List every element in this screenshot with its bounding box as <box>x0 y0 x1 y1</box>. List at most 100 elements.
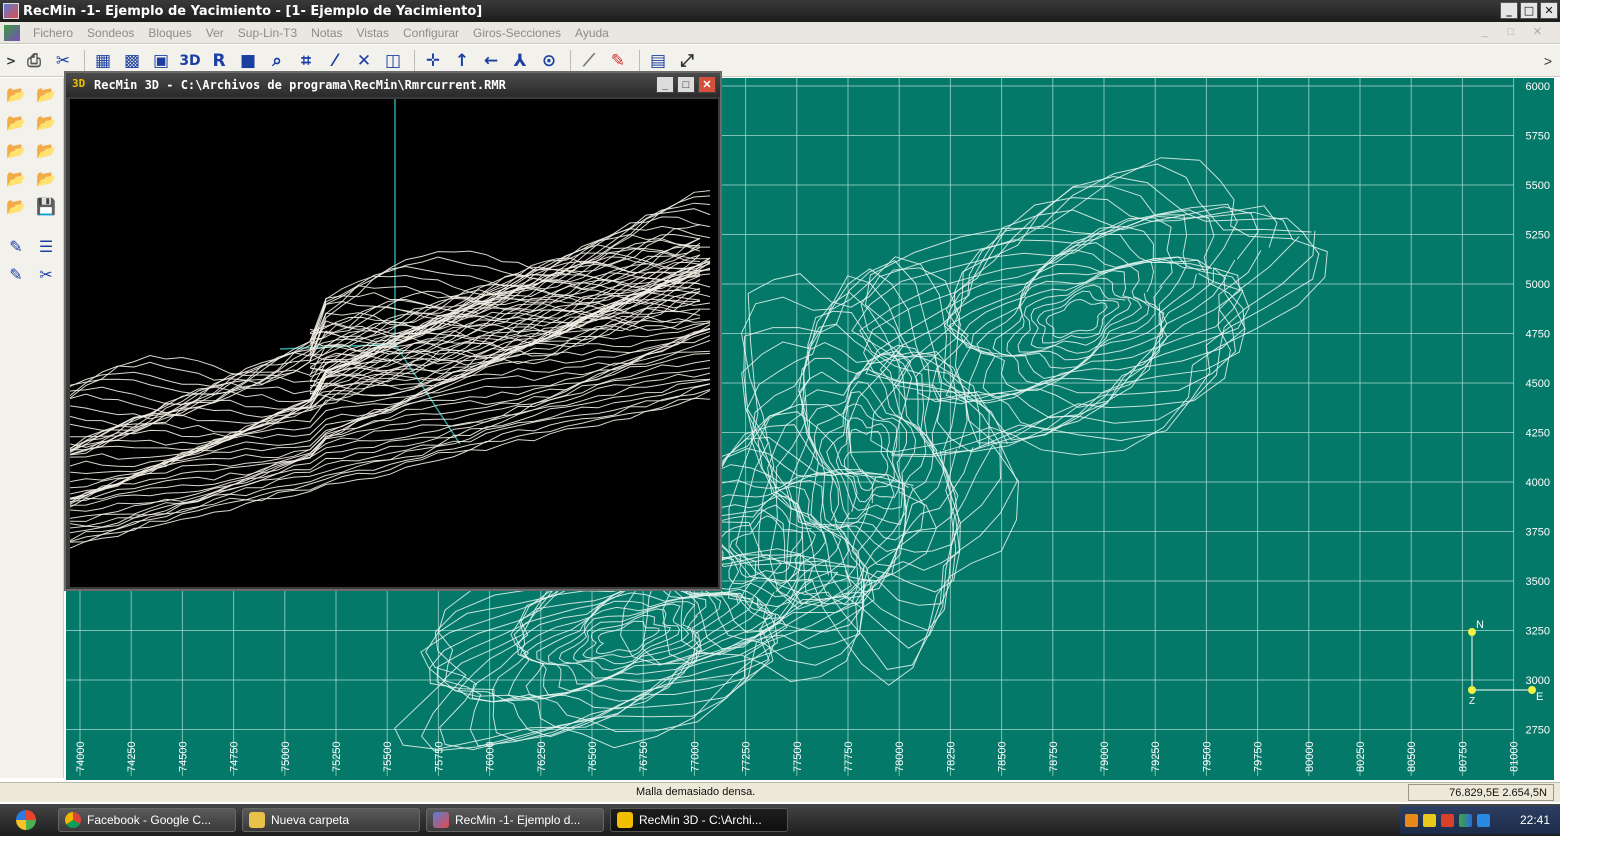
zoom-icon[interactable]: ⌕ <box>264 48 290 74</box>
cut-lines-icon[interactable]: ✂ <box>50 48 76 74</box>
task-recmin3d[interactable]: RecMin 3D - C:\Archi... <box>610 808 788 832</box>
3d-minimize-button[interactable]: _ <box>656 76 674 93</box>
speaker-icon[interactable] <box>1441 813 1454 827</box>
open-file-icon[interactable]: 📂 <box>4 84 28 106</box>
open-model-icon[interactable]: 📂 <box>4 196 28 218</box>
3d-view-icon[interactable]: 3D <box>177 48 203 74</box>
task-nueva-carpeta[interactable]: Nueva carpeta <box>242 808 420 832</box>
3d-terrain-canvas[interactable] <box>70 99 718 587</box>
y-axis-label: 3750 <box>1526 527 1550 539</box>
y-axis-label: 5000 <box>1526 279 1550 291</box>
x-axis-label: 74500 <box>177 741 189 772</box>
menu-sondeos[interactable]: Sondeos <box>80 26 141 40</box>
menu-bar: Fichero Sondeos Bloques Ver Sup-Lin-T3 N… <box>0 22 1560 44</box>
y-axis-label: 3250 <box>1526 626 1550 638</box>
menu-bloques[interactable]: Bloques <box>141 26 198 40</box>
x-axis-label: 74000 <box>75 741 87 772</box>
maximize-button[interactable]: □ <box>1520 2 1538 19</box>
cursor-coordinates: 76.829,5E 2.654,5N <box>1408 784 1554 801</box>
x-axis-label: 81000 <box>1509 741 1521 772</box>
open-lines-icon[interactable]: 📂 <box>4 112 28 134</box>
fullscreen-icon[interactable]: ⤢ <box>674 48 700 74</box>
status-message: Malla demasiado densa. <box>636 786 756 798</box>
map-view-icon[interactable]: ▦ <box>90 48 116 74</box>
chrome-icon <box>65 812 81 828</box>
y-axis-label: 4500 <box>1526 378 1550 390</box>
menu-sup-lin-t3[interactable]: Sup-Lin-T3 <box>231 26 304 40</box>
3d-close-button[interactable]: ✕ <box>698 76 716 93</box>
draw-line-icon[interactable]: ⁄ <box>322 48 348 74</box>
screen-icon[interactable]: ▤ <box>645 48 671 74</box>
x-axis-label: 74750 <box>229 741 241 772</box>
window-icon[interactable]: ◫ <box>380 48 406 74</box>
west-arrow-icon[interactable]: ← <box>478 48 504 74</box>
menu-fichero[interactable]: Fichero <box>26 26 80 40</box>
axis-icon[interactable]: ⅄ <box>507 48 533 74</box>
open-c-icon[interactable]: 📂 <box>34 168 58 190</box>
3d-viewport[interactable] <box>70 99 718 587</box>
fill-icon[interactable]: ■ <box>235 48 261 74</box>
save-screen-icon[interactable]: 💾 <box>34 196 58 218</box>
x-axis-label: 78750 <box>1048 741 1060 772</box>
minimize-button[interactable]: _ <box>1500 2 1518 19</box>
ruler-icon[interactable]: ⟋ <box>576 48 602 74</box>
open-surface-icon[interactable]: 📂 <box>4 168 28 190</box>
close-button[interactable]: ✕ <box>1540 2 1558 19</box>
x-axis-label: 75750 <box>433 741 445 772</box>
x-axis-label: 77500 <box>792 741 804 772</box>
task-recmin[interactable]: RecMin -1- Ejemplo d... <box>426 808 604 832</box>
x-axis-label: 77750 <box>843 741 855 772</box>
cut-icon[interactable]: ✂ <box>34 264 58 286</box>
monitor-icon[interactable] <box>1477 813 1490 827</box>
north-arrow-icon[interactable]: ↑ <box>449 48 475 74</box>
x-axis-label: 79750 <box>1253 741 1265 772</box>
menu-vistas[interactable]: Vistas <box>350 26 396 40</box>
edit-lines-icon[interactable]: ✎ <box>4 236 28 258</box>
save-edit-icon[interactable]: ✎ <box>4 264 28 286</box>
open-sections-icon[interactable]: 📂 <box>34 112 58 134</box>
x-axis-label: 76750 <box>638 741 650 772</box>
snap-icon[interactable]: ⌗ <box>293 48 319 74</box>
block-model-icon[interactable]: ▣ <box>148 48 174 74</box>
menu-configurar[interactable]: Configurar <box>396 26 466 40</box>
print-icon[interactable]: ⎙ <box>21 48 47 74</box>
task-facebook[interactable]: Facebook - Google C... <box>58 808 236 832</box>
tray-orange-icon[interactable] <box>1405 813 1418 827</box>
compass-z-label: Z <box>1469 696 1475 707</box>
3d-window[interactable]: 3D RecMin 3D - C:\Archivos de programa\R… <box>64 71 722 591</box>
x-axis-label: 78000 <box>894 741 906 772</box>
start-button[interactable] <box>6 808 46 832</box>
network-icon[interactable] <box>1459 813 1472 827</box>
compass-east-label: E <box>1536 691 1543 703</box>
menu-ayuda[interactable]: Ayuda <box>568 26 616 40</box>
recmin-icon <box>433 812 449 828</box>
mdi-controls[interactable]: _ □ ✕ <box>1482 25 1550 38</box>
r-icon[interactable]: R <box>206 48 232 74</box>
x-axis-label: 75250 <box>331 741 343 772</box>
delete-icon[interactable]: ✕ <box>351 48 377 74</box>
x-axis-label: 80500 <box>1406 741 1418 772</box>
document-icon[interactable] <box>4 24 20 41</box>
toolbar-more-button[interactable]: > <box>1544 53 1552 69</box>
open-file-red-icon[interactable]: 📂 <box>34 84 58 106</box>
grid-icon[interactable]: ▩ <box>119 48 145 74</box>
target-icon[interactable]: ⊙ <box>536 48 562 74</box>
y-axis-label: 6000 <box>1526 81 1550 93</box>
x-axis-label: 79250 <box>1150 741 1162 772</box>
menu-notas[interactable]: Notas <box>304 26 349 40</box>
3d-window-titlebar[interactable]: 3D RecMin 3D - C:\Archivos de programa\R… <box>66 73 720 97</box>
x-axis-label: 75500 <box>382 741 394 772</box>
list-icon[interactable]: ☰ <box>34 236 58 258</box>
chevron-right-icon[interactable]: > <box>4 48 18 74</box>
shield-icon[interactable] <box>1423 813 1436 827</box>
3d-maximize-button[interactable]: □ <box>677 76 695 93</box>
menu-giros-secciones[interactable]: Giros-Secciones <box>466 26 568 40</box>
y-axis-label: 5250 <box>1526 230 1550 242</box>
terrain-mesh <box>70 190 711 549</box>
move-icon[interactable]: ✛ <box>420 48 446 74</box>
x-axis-label: 78250 <box>945 741 957 772</box>
open-e-icon[interactable]: 📂 <box>34 140 58 162</box>
menu-ver[interactable]: Ver <box>199 26 231 40</box>
pencil-icon[interactable]: ✎ <box>605 48 631 74</box>
open-blocks-icon[interactable]: 📂 <box>4 140 28 162</box>
